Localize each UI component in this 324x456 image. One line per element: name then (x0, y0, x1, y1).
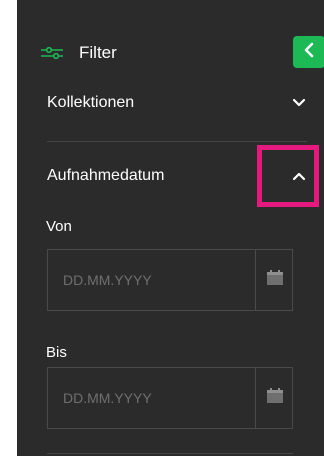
section-collections[interactable]: Kollektionen (47, 90, 307, 116)
chevron-down-icon[interactable] (291, 95, 307, 111)
divider (47, 141, 307, 142)
filter-title: Filter (79, 43, 117, 62)
to-date-field (47, 367, 293, 429)
section-collections-title: Kollektionen (47, 94, 135, 111)
filter-header: Filter (41, 36, 324, 70)
calendar-icon (266, 387, 284, 409)
divider (47, 453, 293, 454)
to-date-input[interactable] (48, 368, 255, 428)
from-date-input[interactable] (48, 250, 255, 310)
to-label: Bis (46, 344, 67, 361)
sliders-icon (41, 46, 63, 60)
collapse-panel-button[interactable] (293, 36, 324, 68)
chevron-left-icon (303, 42, 315, 63)
highlight-annotation (257, 145, 319, 207)
from-date-field (47, 249, 293, 311)
from-calendar-button[interactable] (256, 250, 293, 310)
to-calendar-button[interactable] (256, 368, 293, 428)
from-label: Von (46, 218, 72, 235)
calendar-icon (266, 269, 284, 291)
section-capture-date-title: Aufnahmedatum (47, 167, 165, 184)
